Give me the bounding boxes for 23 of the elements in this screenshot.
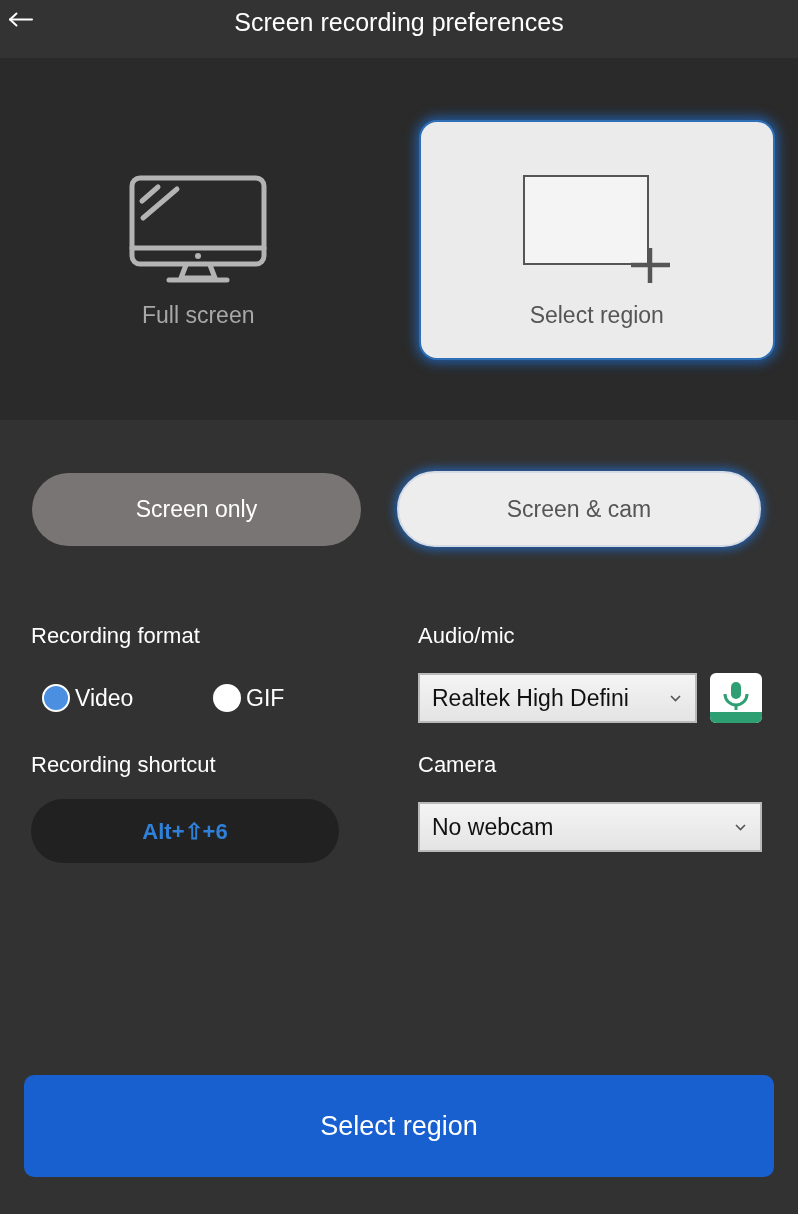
field-label: Camera	[418, 751, 497, 779]
monitor-icon	[129, 175, 268, 284]
dropdown[interactable]: No webcam	[418, 802, 762, 852]
dropdown[interactable]: Realtek High Defini	[418, 673, 697, 723]
radio-button[interactable]	[42, 684, 70, 712]
region-select-icon	[523, 175, 671, 284]
microphone-icon[interactable]	[710, 673, 762, 723]
radio-button[interactable]	[213, 684, 241, 712]
capture-mode-card[interactable]: Full screen	[20, 120, 377, 360]
shortcut-button[interactable]: Alt+⇧+6	[31, 799, 339, 863]
source-mode-button[interactable]: Screen & cam	[397, 471, 761, 547]
radio-label: Video	[75, 683, 134, 713]
radio-label: GIF	[246, 683, 285, 713]
field-label: Recording shortcut	[31, 751, 216, 779]
page-title: Screen recording preferences	[234, 7, 564, 38]
capture-mode-card[interactable]: Select region	[418, 120, 775, 360]
chevron-down-icon	[735, 823, 746, 831]
field-label: Audio/mic	[418, 622, 515, 650]
back-arrow-icon[interactable]	[8, 12, 33, 27]
source-mode-button[interactable]: Screen only	[32, 472, 361, 546]
primary-button[interactable]: Select region	[24, 1075, 774, 1177]
chevron-down-icon	[670, 694, 681, 702]
field-label: Recording format	[31, 622, 200, 650]
